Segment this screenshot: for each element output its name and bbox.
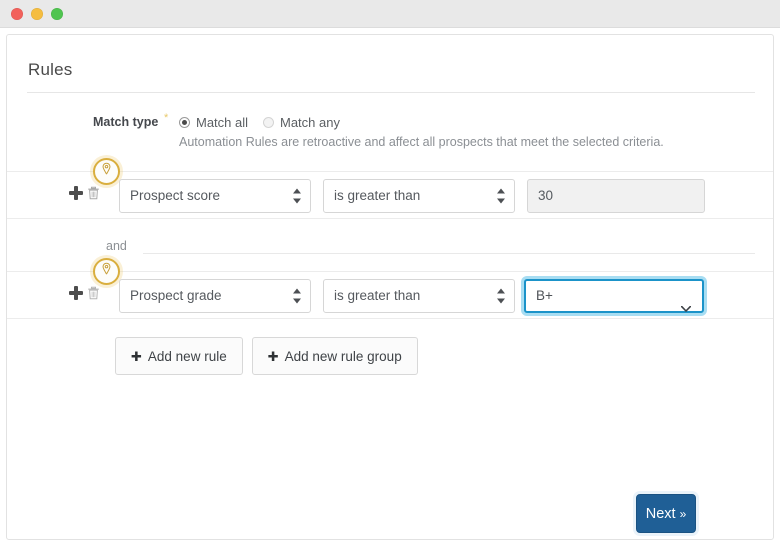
match-type-label: Match type	[93, 115, 159, 129]
rule-field-select[interactable]: Prospect grade	[119, 279, 311, 313]
rule-field-select[interactable]: Prospect score	[119, 179, 311, 213]
and-separator: and	[7, 231, 773, 265]
next-button-label: Next	[645, 505, 676, 522]
plus-icon: ✚	[131, 348, 142, 364]
page-body: Rules Match type * Match all Match any A…	[0, 28, 780, 548]
rule-row: Prospect score is greater than 30	[7, 158, 773, 219]
rule-marker-badge	[93, 258, 120, 285]
trash-icon[interactable]	[87, 186, 100, 200]
radio-match-all[interactable]: Match all	[179, 114, 248, 132]
page-title: Rules	[28, 60, 73, 79]
rule-row-actions	[69, 186, 100, 200]
required-asterisk: *	[164, 112, 169, 124]
rules-card: Rules Match type * Match all Match any A…	[6, 34, 774, 540]
add-icon[interactable]	[69, 286, 83, 300]
match-type-description: Automation Rules are retroactive and aff…	[179, 135, 664, 149]
rule-field-value: Prospect grade	[130, 288, 222, 303]
rule-operator-select[interactable]: is greater than	[323, 179, 515, 213]
and-divider-line	[143, 253, 755, 254]
stepper-arrows-icon	[293, 288, 301, 304]
add-new-rule-group-button[interactable]: ✚ Add new rule group	[251, 337, 418, 375]
add-new-rule-button[interactable]: ✚ Add new rule	[115, 337, 243, 375]
rule-value-select[interactable]: B+	[524, 279, 704, 313]
stepper-arrows-icon	[293, 188, 301, 204]
and-label: and	[106, 239, 127, 253]
add-new-rule-group-label: Add new rule group	[284, 348, 402, 364]
plus-icon: ✚	[267, 348, 279, 364]
radio-match-any-label: Match any	[280, 115, 340, 131]
next-button[interactable]: Next »	[636, 494, 696, 533]
rule-row: Prospect grade is greater than B+	[7, 258, 773, 319]
rule-operator-select[interactable]: is greater than	[323, 279, 515, 313]
add-buttons-group: ✚ Add new rule ✚ Add new rule group	[115, 337, 418, 375]
browser-titlebar	[0, 0, 780, 28]
minimize-button[interactable]	[31, 8, 43, 20]
title-divider	[27, 92, 755, 93]
add-new-rule-label: Add new rule	[147, 348, 227, 364]
rule-field-value: Prospect score	[130, 188, 221, 203]
stepper-arrows-icon	[497, 188, 505, 204]
add-icon[interactable]	[69, 186, 83, 200]
double-chevron-right-icon: »	[679, 506, 687, 521]
radio-match-all-label: Match all	[196, 115, 249, 131]
radio-match-any-dot[interactable]	[263, 117, 274, 129]
close-button[interactable]	[11, 8, 23, 20]
radio-match-any[interactable]: Match any	[263, 114, 340, 132]
rule-operator-value: is greater than	[334, 288, 421, 303]
rule-value-text: 30	[538, 188, 554, 203]
trash-icon[interactable]	[87, 286, 100, 300]
rule-row-actions	[69, 286, 100, 300]
rule-value-input[interactable]: 30	[527, 179, 705, 213]
window-controls	[11, 8, 63, 20]
rule-value-text: B+	[536, 288, 553, 303]
rule-operator-value: is greater than	[334, 188, 421, 203]
chevron-down-icon	[680, 293, 692, 312]
stepper-arrows-icon	[497, 288, 505, 304]
maximize-button[interactable]	[51, 8, 63, 20]
location-pin-icon	[101, 262, 112, 281]
radio-match-all-dot[interactable]	[179, 117, 190, 129]
rule-marker-badge	[93, 158, 120, 185]
location-pin-icon	[101, 162, 112, 181]
